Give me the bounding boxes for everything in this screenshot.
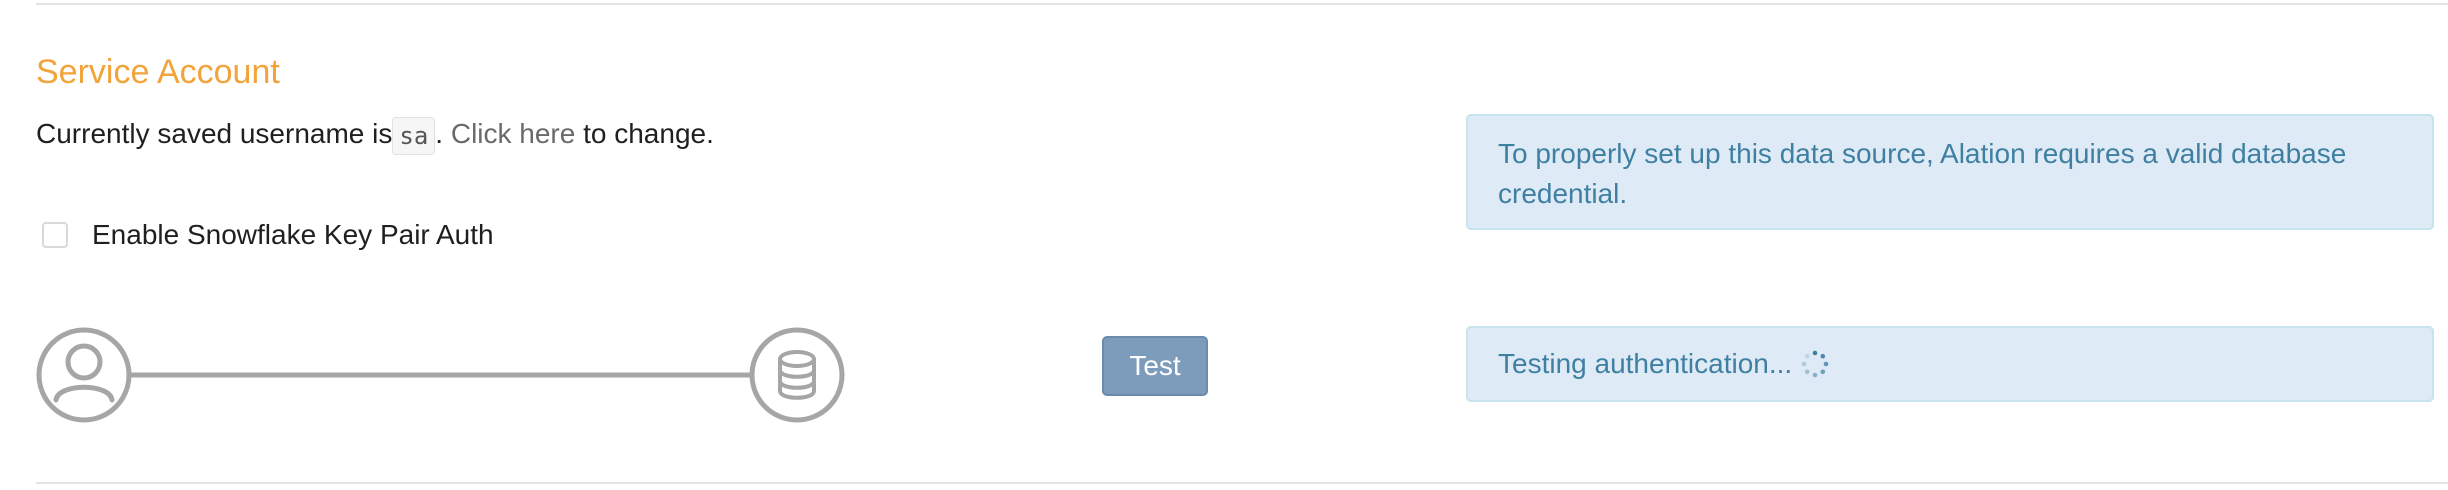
connection-diagram: [36, 327, 845, 423]
bottom-divider: [36, 482, 2448, 484]
change-username-link[interactable]: Click here: [451, 118, 575, 149]
database-icon: [749, 327, 845, 423]
user-icon: [36, 327, 132, 423]
key-pair-auth-label: Enable Snowflake Key Pair Auth: [92, 219, 494, 250]
section-title: Service Account: [36, 53, 280, 91]
test-connection-button[interactable]: Test: [1102, 336, 1208, 396]
spinner-icon: [1801, 350, 1829, 378]
saved-username-period: .: [435, 118, 451, 149]
key-pair-auth-option[interactable]: Enable Snowflake Key Pair Auth: [42, 217, 494, 253]
username-code: sa: [392, 116, 436, 155]
saved-username-suffix: to change.: [575, 118, 714, 149]
auth-status-text: Testing authentication...: [1498, 348, 1793, 379]
saved-username-prefix: Currently saved username is: [36, 118, 393, 149]
auth-status-alert: Testing authentication...: [1466, 326, 2434, 402]
top-divider: [36, 3, 2448, 5]
credential-info-alert: To properly set up this data source, Ala…: [1466, 114, 2434, 230]
key-pair-auth-checkbox[interactable]: [42, 222, 68, 248]
credential-info-text: To properly set up this data source, Ala…: [1498, 138, 2347, 209]
saved-username-line: Currently saved username is sa. Click her…: [36, 114, 714, 155]
service-account-page: Service Account Currently saved username…: [0, 0, 2448, 490]
